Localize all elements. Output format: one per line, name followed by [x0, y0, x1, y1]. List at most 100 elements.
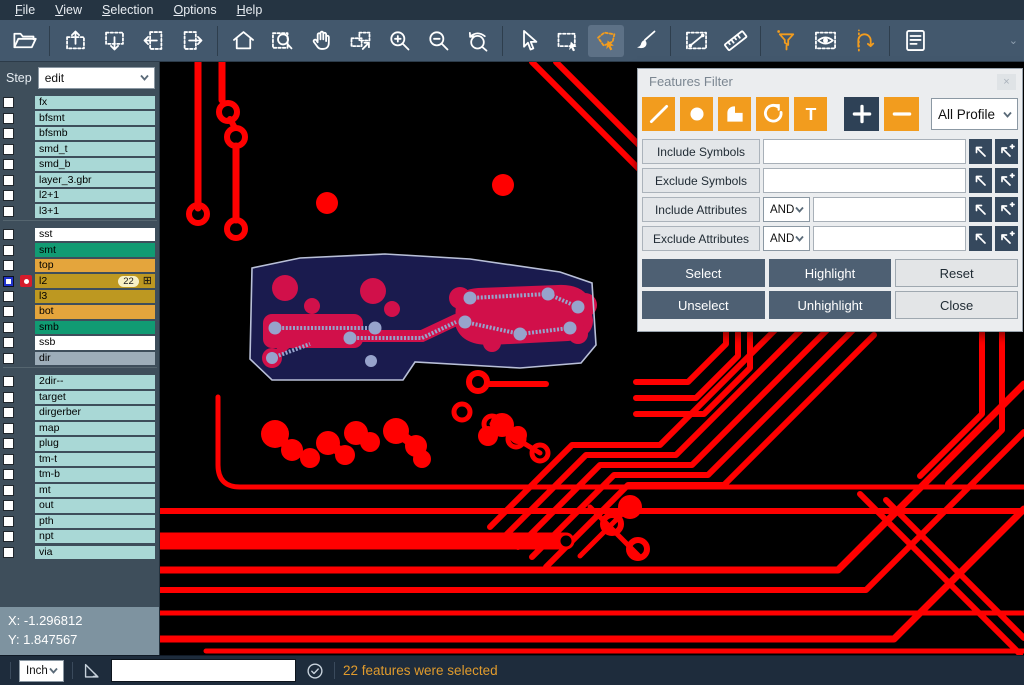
feature-type-text-button[interactable]: T [794, 97, 827, 131]
layer-name-sst[interactable]: sst [35, 228, 155, 241]
sync-check-icon[interactable] [304, 660, 326, 682]
layer-checkbox-smd_t[interactable] [3, 144, 14, 155]
layer-checkbox-top[interactable] [3, 260, 14, 271]
include-attributes-button[interactable]: Include Attributes [642, 197, 760, 222]
grid-icon[interactable]: ⊞ [143, 276, 152, 287]
highlight-button[interactable]: Highlight [769, 259, 892, 287]
select-arrow-button[interactable] [510, 25, 546, 57]
layer-checkbox-out[interactable] [3, 500, 14, 511]
close-button[interactable]: Close [895, 291, 1018, 319]
zoom-object-button[interactable] [342, 25, 378, 57]
layer-name-out[interactable]: out [35, 499, 155, 512]
exclude-attributes-pick-button[interactable] [969, 226, 992, 251]
unselect-button[interactable]: Unselect [642, 291, 765, 319]
command-input[interactable] [111, 659, 296, 682]
layer-checkbox-bfsmt[interactable] [3, 113, 14, 124]
layer-checkbox-mt[interactable] [3, 485, 14, 496]
layer-checkbox-dir[interactable] [3, 353, 14, 364]
layer-name-fx[interactable]: fx [35, 96, 155, 109]
zoom-area-button[interactable] [264, 25, 300, 57]
open-folder-button[interactable] [6, 25, 42, 57]
layer-name-layer_3.gbr[interactable]: layer_3.gbr [35, 173, 155, 186]
add-filter-button[interactable] [844, 97, 879, 131]
exclude-attributes-button[interactable]: Exclude Attributes [642, 226, 760, 251]
unit-select[interactable]: Inch [19, 660, 64, 682]
layer-name-l2[interactable]: l222⊞ [35, 274, 155, 287]
layer-name-tm-b[interactable]: tm-b [35, 468, 155, 481]
dialog-titlebar[interactable]: Features Filter × [638, 69, 1022, 94]
close-icon[interactable]: × [997, 74, 1016, 90]
profile-select[interactable]: All Profile [931, 98, 1018, 130]
feature-type-pad-button[interactable] [680, 97, 713, 131]
layer-name-target[interactable]: target [35, 391, 155, 404]
layer-checkbox-l3[interactable] [3, 291, 14, 302]
layer-checkbox-layer_3.gbr[interactable] [3, 175, 14, 186]
measure-angle-icon[interactable] [81, 660, 103, 682]
layer-checkbox-fx[interactable] [3, 97, 14, 108]
layer-name-smt[interactable]: smt [35, 243, 155, 256]
layer-name-tm-t[interactable]: tm-t [35, 453, 155, 466]
include-symbols-pick-button[interactable] [969, 139, 992, 164]
feature-type-surface-button[interactable] [718, 97, 751, 131]
include-symbols-input[interactable] [763, 139, 966, 164]
step-select[interactable]: edit [38, 67, 155, 89]
measure-line-button[interactable] [678, 25, 714, 57]
layer-checkbox-bot[interactable] [3, 306, 14, 317]
exclude-attributes-input[interactable] [813, 226, 966, 251]
toolbar-overflow-icon[interactable]: ⌄ [1009, 34, 1018, 47]
pan-hand-button[interactable] [303, 25, 339, 57]
exclude-attributes-logic-select[interactable]: AND [763, 226, 810, 251]
layer-checkbox-bfsmb[interactable] [3, 128, 14, 139]
exclude-symbols-input[interactable] [763, 168, 966, 193]
layer-name-pth[interactable]: pth [35, 515, 155, 528]
include-attributes-pick-add-button[interactable] [995, 197, 1018, 222]
layer-checkbox-tm-t[interactable] [3, 454, 14, 465]
rect-select-button[interactable] [549, 25, 585, 57]
layer-name-l3+1[interactable]: l3+1 [35, 204, 155, 217]
layer-name-npt[interactable]: npt [35, 530, 155, 543]
layer-checkbox-smt[interactable] [3, 245, 14, 256]
layer-name-2dir--[interactable]: 2dir-- [35, 375, 155, 388]
remove-filter-button[interactable] [884, 97, 919, 131]
layer-name-smd_t[interactable]: smd_t [35, 142, 155, 155]
layer-name-ssb[interactable]: ssb [35, 336, 155, 349]
feature-type-line-button[interactable] [642, 97, 675, 131]
layer-name-dir[interactable]: dir [35, 352, 155, 365]
layer-name-l2+1[interactable]: l2+1 [35, 189, 155, 202]
exclude-attributes-pick-add-button[interactable] [995, 226, 1018, 251]
menu-view[interactable]: View [46, 0, 91, 20]
zoom-in-button[interactable] [381, 25, 417, 57]
unhighlight-button[interactable]: Unhighlight [769, 291, 892, 319]
layer-checkbox-target[interactable] [3, 392, 14, 403]
menu-help[interactable]: Help [228, 0, 272, 20]
layer-name-bfsmb[interactable]: bfsmb [35, 127, 155, 140]
exclude-symbols-pick-add-button[interactable] [995, 168, 1018, 193]
select-button[interactable]: Select [642, 259, 765, 287]
layer-name-l3[interactable]: l3 [35, 290, 155, 303]
reset-button[interactable]: Reset [895, 259, 1018, 287]
zoom-previous-button[interactable] [459, 25, 495, 57]
layer-checkbox-smd_b[interactable] [3, 159, 14, 170]
paint-brush-button[interactable] [627, 25, 663, 57]
layer-checkbox-tm-b[interactable] [3, 469, 14, 480]
layer-name-smb[interactable]: smb [35, 321, 155, 334]
layer-checkbox-via[interactable] [3, 547, 14, 558]
exclude-symbols-pick-button[interactable] [969, 168, 992, 193]
layer-checkbox-l2+1[interactable] [3, 190, 14, 201]
pan-right-button[interactable] [174, 25, 210, 57]
selection-region[interactable] [250, 254, 597, 380]
feature-type-arc-button[interactable] [756, 97, 789, 131]
layer-checkbox-ssb[interactable] [3, 337, 14, 348]
layer-name-bot[interactable]: bot [35, 305, 155, 318]
layer-checkbox-sst[interactable] [3, 229, 14, 240]
layer-checkbox-dirgerber[interactable] [3, 407, 14, 418]
ruler-button[interactable] [717, 25, 753, 57]
view-features-button[interactable] [807, 25, 843, 57]
features-filter-button[interactable] [768, 25, 804, 57]
layer-name-map[interactable]: map [35, 422, 155, 435]
layer-checkbox-l3+1[interactable] [3, 206, 14, 217]
layer-checkbox-map[interactable] [3, 423, 14, 434]
layer-name-bfsmt[interactable]: bfsmt [35, 111, 155, 124]
layer-checkbox-l2[interactable] [3, 276, 14, 287]
layer-name-dirgerber[interactable]: dirgerber [35, 406, 155, 419]
